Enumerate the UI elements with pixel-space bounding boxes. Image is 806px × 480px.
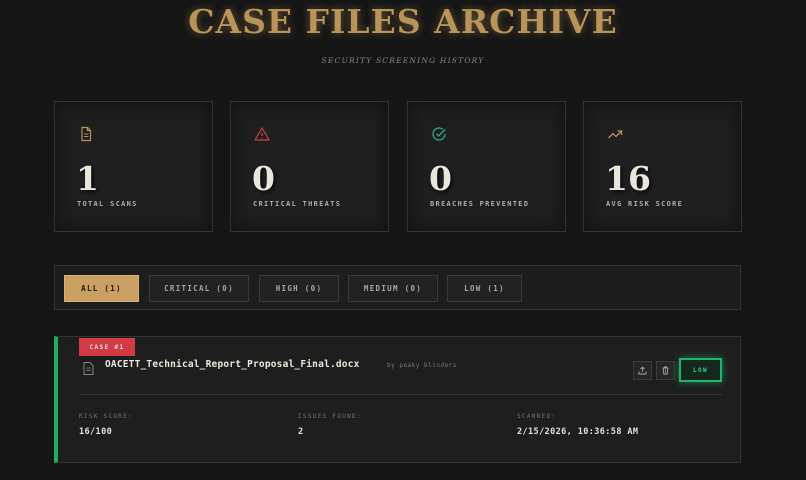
issues-found-label: ISSUES FOUND:: [298, 413, 362, 420]
risk-score-value: 16/100: [79, 427, 113, 437]
stat-card-critical-threats: 0 CRITICAL THREATS: [230, 101, 389, 232]
upload-icon: [638, 366, 647, 375]
case-card[interactable]: CASE #1 OACETT_Technical_Report_Proposal…: [54, 336, 741, 463]
stat-card-breaches-prevented: 0 BREACHES PREVENTED: [407, 101, 566, 232]
stat-card-total-scans: 1 TOTAL SCANS: [54, 101, 213, 232]
stat-card-avg-risk-score: 16 AVG RISK SCORE: [583, 101, 742, 232]
stat-label: TOTAL SCANS: [77, 200, 138, 208]
warning-triangle-icon: [254, 127, 270, 141]
stat-value: 1: [76, 159, 99, 198]
stat-label: CRITICAL THREATS: [253, 200, 342, 208]
divider: [79, 394, 722, 395]
stat-label: BREACHES PREVENTED: [430, 200, 530, 208]
document-icon: [81, 126, 92, 142]
export-button[interactable]: [633, 361, 652, 380]
page-title: CASE FILES ARCHIVE: [188, 2, 618, 41]
delete-button[interactable]: [656, 361, 675, 380]
scanned-value: 2/15/2026, 10:36:58 AM: [517, 427, 639, 437]
trash-icon: [662, 366, 669, 375]
filter-medium-button[interactable]: MEDIUM (0): [348, 275, 438, 302]
risk-score-label: RISK SCORE:: [79, 413, 134, 420]
document-icon: [83, 362, 94, 375]
stat-value: 16: [605, 159, 651, 198]
stat-value: 0: [429, 159, 452, 198]
page-subtitle: SECURITY SCREENING HISTORY: [321, 56, 485, 65]
case-number-badge: CASE #1: [79, 338, 135, 356]
filter-low-button[interactable]: LOW (1): [447, 275, 522, 302]
filter-bar: ALL (1) CRITICAL (0) HIGH (0) MEDIUM (0)…: [54, 265, 741, 310]
stat-label: AVG RISK SCORE: [606, 200, 684, 208]
trending-up-icon: [608, 130, 623, 139]
filter-high-button[interactable]: HIGH (0): [259, 275, 339, 302]
scanned-label: SCANNED:: [517, 413, 557, 420]
filter-all-button[interactable]: ALL (1): [64, 275, 139, 302]
stat-value: 0: [252, 159, 275, 198]
filter-critical-button[interactable]: CRITICAL (0): [149, 275, 249, 302]
case-filename: OACETT_Technical_Report_Proposal_Final.d…: [105, 359, 360, 370]
issues-found-value: 2: [298, 427, 304, 437]
case-author: by peaky blinders: [387, 362, 457, 369]
risk-level-badge: LOW: [679, 358, 722, 382]
check-circle-icon: [432, 127, 446, 141]
